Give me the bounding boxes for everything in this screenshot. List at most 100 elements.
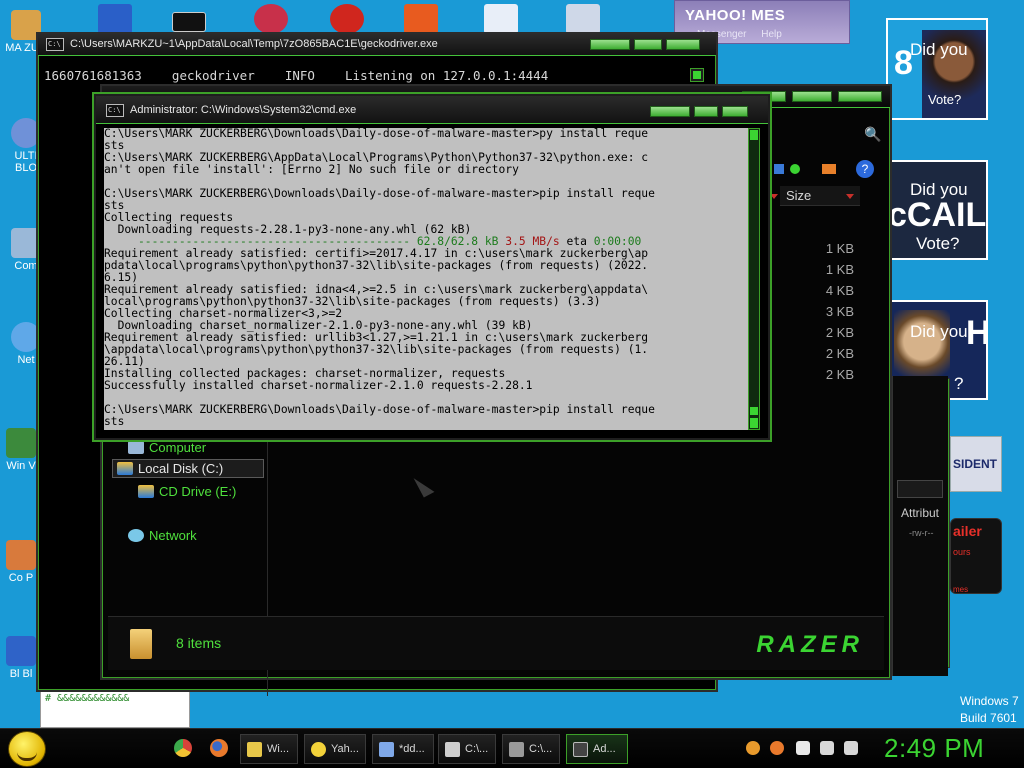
taskbar-item-explorer[interactable]: Wi... [240,734,298,764]
cmd-window[interactable]: C:\ Administrator: C:\Windows\System32\c… [94,94,770,440]
file-size: 1 KB [825,241,854,256]
preview-icon[interactable] [790,164,800,174]
search-icon[interactable]: 🔍 [864,126,881,143]
nav-label: Network [149,528,197,543]
notepad-icon [379,742,394,757]
maximize-button[interactable] [792,91,832,102]
clock[interactable]: 2:49 PM [884,733,984,764]
file-size: 2 KB [825,367,854,382]
action-center-icon[interactable] [796,741,810,755]
nav-label: CD Drive (E:) [159,484,237,499]
gadget-name: H [966,314,986,353]
minimize-button[interactable] [590,39,630,50]
console-line: sts [104,415,125,428]
control-panel-icon [6,540,36,570]
console-icon: C:\ [46,38,64,51]
desktop-top-icon[interactable] [172,12,206,32]
sort-arrow-icon [846,194,854,199]
nav-item-local-disk[interactable]: Local Disk (C:) [112,459,264,478]
windows-version: Windows 7 [960,694,1019,708]
taskbar-item-notepad[interactable]: *dd... [372,734,434,764]
file-size: 3 KB [825,304,854,319]
desktop-top-icon[interactable] [566,4,600,34]
nav-item-computer[interactable]: Computer [128,440,206,455]
vote-gadget-obama[interactable]: Did you 8 Vote? [886,18,988,120]
yahoo-smiley-icon [311,742,326,757]
computer-icon [128,441,144,454]
console-icon: C:\ [106,104,124,117]
maximize-button[interactable] [694,106,718,117]
scroll-up-icon[interactable] [750,130,758,140]
president-gadget[interactable]: SIDENT [950,436,1002,492]
window-titlebar[interactable]: C:\ C:\Users\MARKZU~1\AppData\Local\Temp… [38,34,716,56]
search-icon[interactable] [746,741,760,755]
taskbar-label: Ad... [593,743,616,755]
disk-icon [117,462,133,475]
window-titlebar[interactable]: C:\ Administrator: C:\Windows\System32\c… [96,96,768,124]
taskbar-label: *dd... [399,743,425,755]
gadget-name: cCAIL [888,196,987,234]
network-icon [128,529,144,542]
close-button[interactable] [838,91,882,102]
chrome-icon[interactable] [174,739,192,757]
close-button[interactable] [666,39,700,50]
desktop-top-icon[interactable] [98,4,132,34]
nav-label: Local Disk (C:) [138,461,224,476]
desktop-icon-5[interactable]: Win V [2,428,40,472]
desktop-top-icon[interactable] [254,4,288,34]
scrollbar[interactable] [748,128,760,430]
nav-item-cd-drive[interactable]: CD Drive (E:) [138,484,236,499]
desktop-icon-6[interactable]: Co P [2,540,40,584]
taskbar-label: Wi... [267,743,289,755]
taskbar-item-cmd[interactable]: Ad... [566,734,628,764]
taskbar-label: C:\... [465,743,489,755]
cd-drive-icon [138,485,154,498]
nav-item-network[interactable]: Network [128,528,197,543]
scroll-down-icon[interactable] [750,418,758,428]
desktop-top-icon[interactable] [484,4,518,34]
taskbar-item-yahoo[interactable]: Yah... [304,734,366,764]
minimize-button[interactable] [650,106,690,117]
desktop-icon-label: Win V [6,460,36,472]
desktop-icon-7[interactable]: Bl Bl [2,636,40,680]
toolbar-icons[interactable]: ? [770,160,890,180]
close-button[interactable] [722,106,748,117]
cmd-icon [573,742,588,757]
folder-icon [130,629,152,659]
vote-gadget-mccain[interactable]: Did you cCAIL Vote? [886,160,988,260]
console-line: \appdata\local\programs\python\python37-… [104,343,649,356]
desktop-icon-label: Com [14,260,38,272]
column-header-size[interactable]: Size [780,186,860,206]
desktop-icon-label: Co P [8,572,34,584]
panel-scroll[interactable] [897,480,943,498]
taskbar-item-console[interactable]: C:\... [502,734,560,764]
desktop-top-icon[interactable] [404,4,438,34]
console-output[interactable]: C:\Users\MARK ZUCKERBERG\Downloads\Daily… [104,128,748,430]
gadget-text: Vote? [928,92,962,107]
file-size: 4 KB [825,283,854,298]
scroll-thumb[interactable] [750,407,758,415]
start-button[interactable] [8,731,46,767]
folder-icon[interactable] [822,164,836,174]
gadget-text: SIDENT [953,457,998,471]
network-tray-icon[interactable] [820,741,834,755]
scrollbar[interactable] [690,68,704,82]
window-title: C:\Users\MARKZU~1\AppData\Local\Temp\7zO… [70,38,438,50]
view-icon[interactable] [774,164,784,174]
taskbar-item-7zip[interactable]: C:\... [438,734,496,764]
help-icon[interactable]: ? [856,160,874,178]
gadget-text: Did you [910,40,968,59]
maximize-button[interactable] [634,39,662,50]
console-line: C:\Users\MARK ZUCKERBERG\Downloads\Daily… [104,128,649,140]
console-line: C:\Users\MARK ZUCKERBERG\Downloads\Daily… [104,403,655,416]
trailer-gadget[interactable]: ailer ours mes [950,518,1002,594]
browser-tray-icon[interactable] [770,741,784,755]
gadget-text: Did you [910,322,968,341]
console-line: Successfully installed charset-normalize… [104,379,533,392]
file-size: 1 KB [825,262,854,277]
column-header-label: Attribut [901,506,940,520]
volume-icon[interactable] [844,741,858,755]
firefox-icon[interactable] [210,739,228,757]
gadget-text: ours [953,547,971,557]
desktop-top-icon[interactable] [330,4,364,34]
